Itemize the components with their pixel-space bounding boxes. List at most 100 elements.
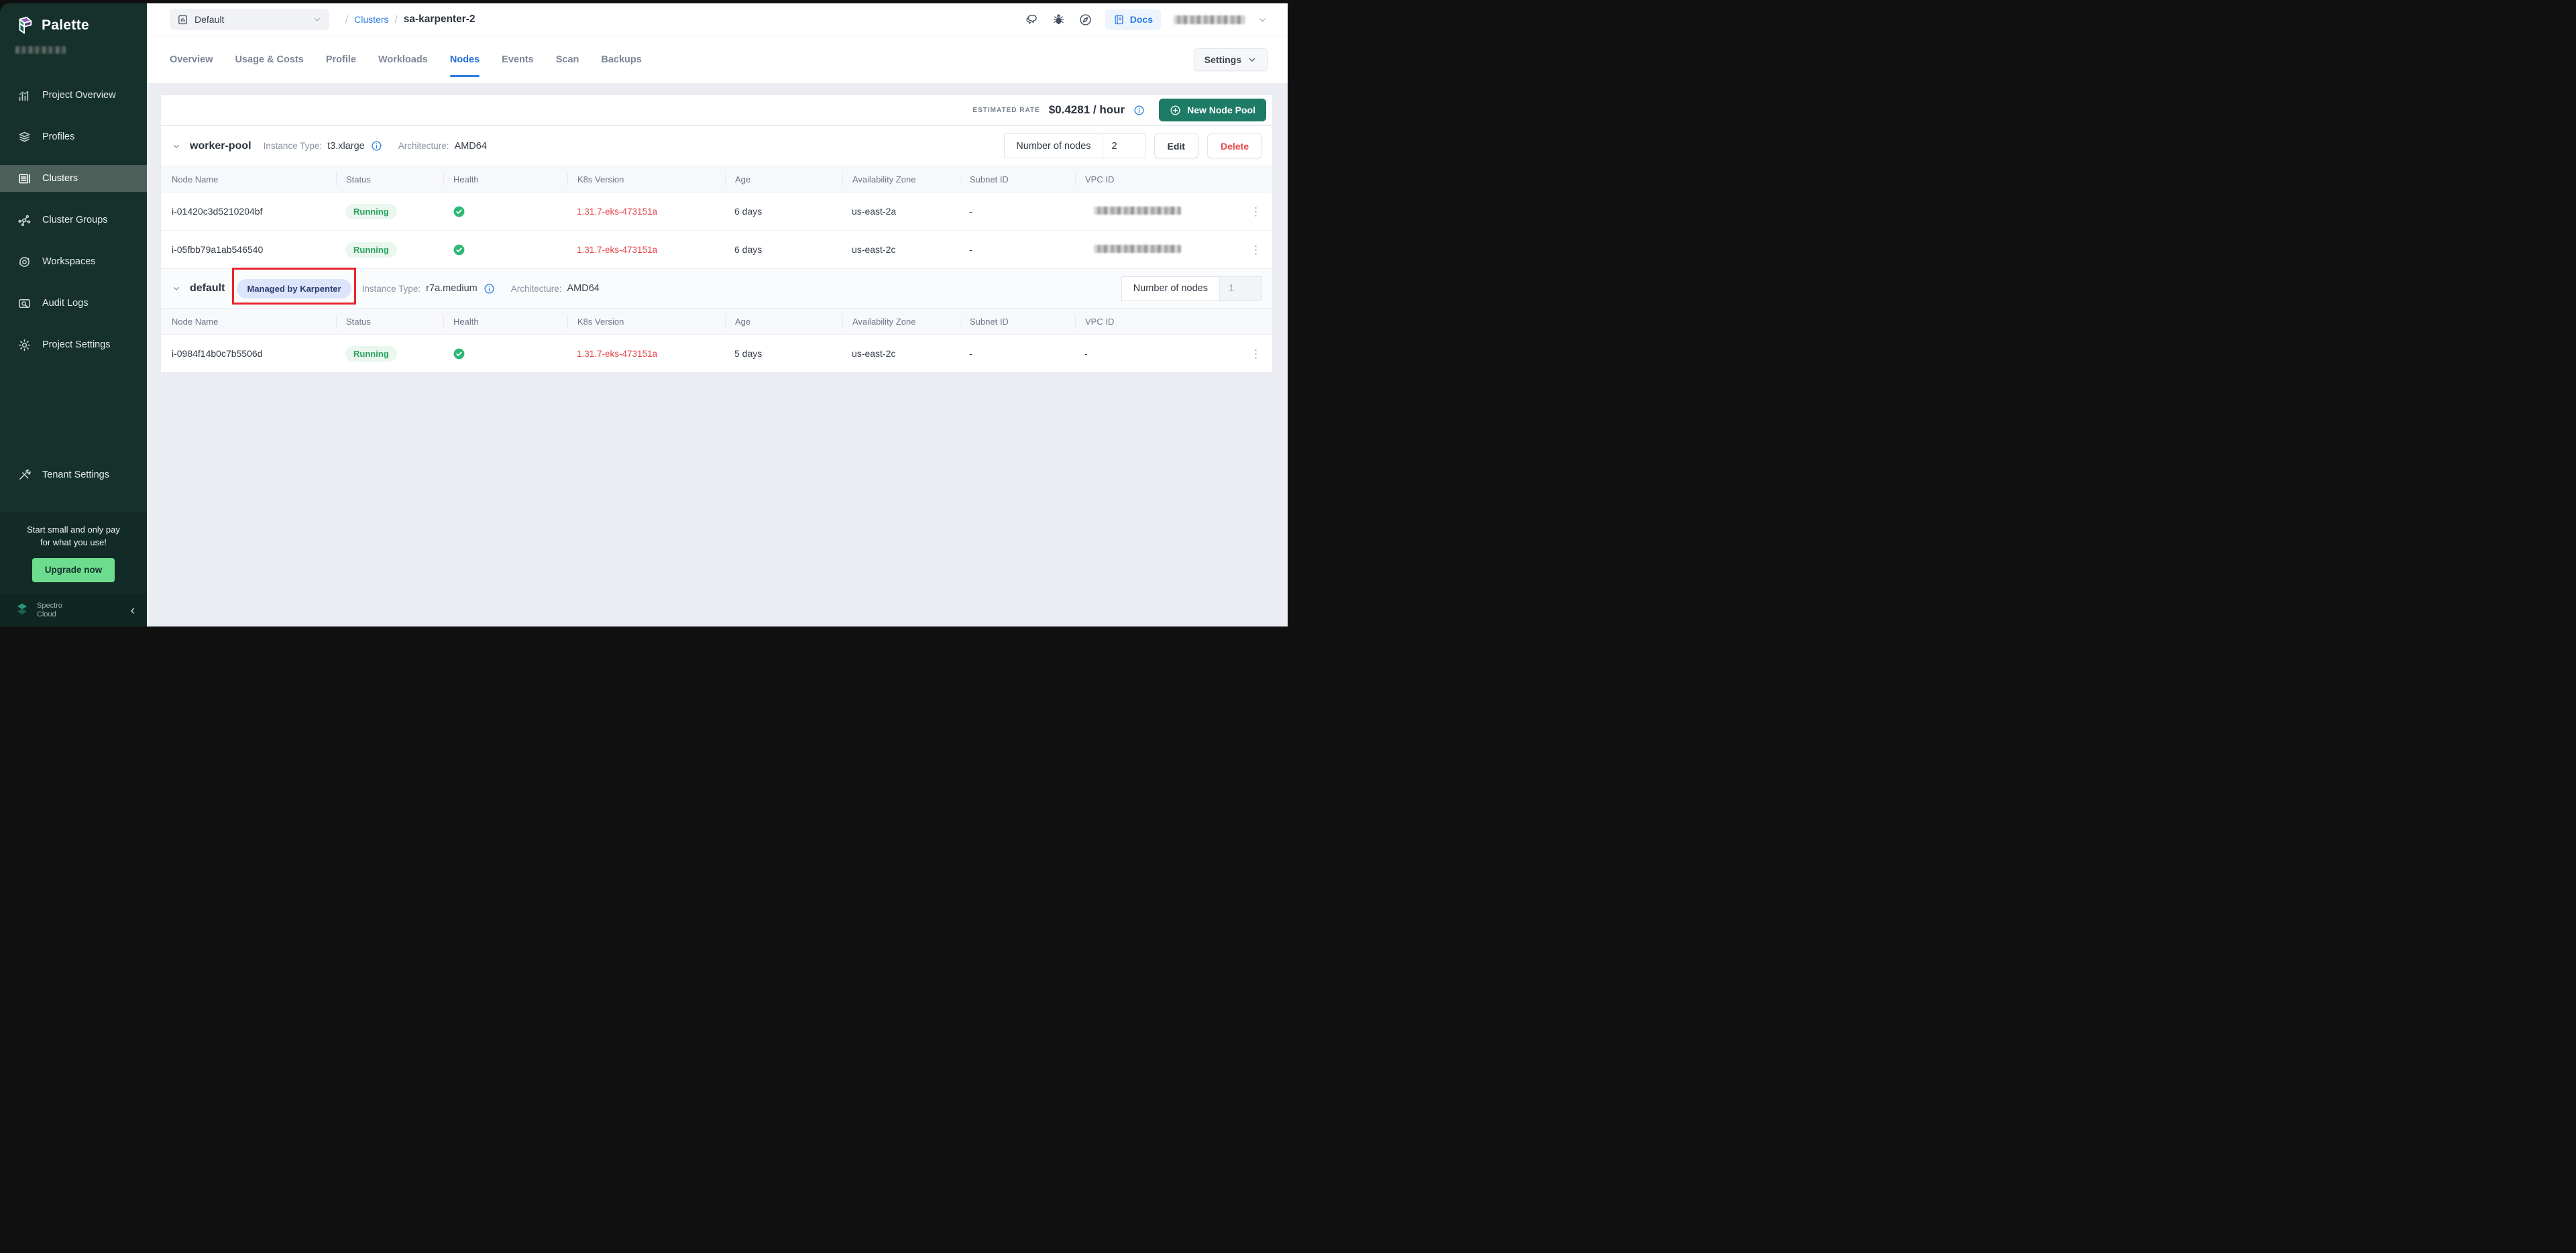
gear-icon xyxy=(17,338,32,352)
col-k8s-version: K8s Version xyxy=(567,172,725,186)
book-icon xyxy=(1113,14,1125,25)
sidebar-item-audit-logs[interactable]: Audit Logs xyxy=(0,290,147,317)
status-badge: Running xyxy=(336,242,443,258)
delete-pool-button[interactable]: Delete xyxy=(1207,133,1262,158)
promo-line1: Start small and only pay xyxy=(9,523,137,537)
number-of-nodes-control-disabled: Number of nodes 1 xyxy=(1121,276,1262,301)
chevron-down-icon[interactable] xyxy=(172,142,181,151)
sidebar-item-label: Tenant Settings xyxy=(42,470,109,480)
new-node-pool-label: New Node Pool xyxy=(1187,105,1255,115)
tab-overview[interactable]: Overview xyxy=(170,36,213,83)
project-selector-value: Default xyxy=(194,14,224,25)
col-node-name: Node Name xyxy=(172,315,336,328)
karpenter-badge-wrap: Managed by Karpenter xyxy=(237,279,351,298)
sidebar-item-cluster-groups[interactable]: Cluster Groups xyxy=(0,207,147,233)
vpc-id-redacted xyxy=(1094,245,1181,253)
chat-icon[interactable] xyxy=(1025,13,1039,27)
sidebar-item-clusters[interactable]: Clusters xyxy=(0,165,147,192)
age: 6 days xyxy=(725,206,842,217)
col-status: Status xyxy=(336,315,443,328)
info-icon[interactable] xyxy=(1133,105,1145,116)
camera-doc-icon xyxy=(17,296,32,311)
row-menu-kebab-icon[interactable]: ⋮ xyxy=(1250,348,1272,360)
pool-header-worker-pool: worker-pool Instance Type: t3.xlarge Arc… xyxy=(161,126,1272,166)
sidebar-item-tenant-settings[interactable]: Tenant Settings xyxy=(0,461,147,488)
architecture-value: AMD64 xyxy=(567,283,600,294)
sidebar-nav: Project Overview Profiles Clusters Clust… xyxy=(0,82,147,373)
number-of-nodes-control: Number of nodes 2 xyxy=(1004,133,1145,158)
sidebar-item-label: Profiles xyxy=(42,131,74,142)
spectro-cloud-logo-icon xyxy=(13,602,31,619)
k8s-version: 1.31.7-eks-473151a xyxy=(567,207,725,217)
chevron-down-icon[interactable] xyxy=(172,284,181,293)
spectro-cloud-wordmark: Spectro Cloud xyxy=(37,602,62,618)
col-vpc-id: VPC ID xyxy=(1075,172,1229,186)
sidebar-item-label: Clusters xyxy=(42,173,78,184)
col-vpc-id: VPC ID xyxy=(1075,315,1229,328)
sidebar-item-project-overview[interactable]: Project Overview xyxy=(0,82,147,109)
tab-nodes[interactable]: Nodes xyxy=(450,36,480,83)
server-icon xyxy=(17,172,32,186)
project-scope-icon xyxy=(177,14,188,25)
check-circle-icon xyxy=(453,243,465,256)
instance-type-value: r7a.medium xyxy=(426,283,478,294)
availability-zone: us-east-2a xyxy=(842,206,960,217)
tab-events[interactable]: Events xyxy=(502,36,534,83)
docs-label: Docs xyxy=(1130,14,1153,25)
node-name: i-0984f14b0c7b5506d xyxy=(172,348,336,359)
subnet-id: - xyxy=(960,244,1075,255)
node-name: i-05fbb79a1ab546540 xyxy=(172,244,336,255)
k8s-version: 1.31.7-eks-473151a xyxy=(567,349,725,359)
palette-logo-icon xyxy=(15,15,35,36)
tab-scan[interactable]: Scan xyxy=(556,36,579,83)
tab-usage-costs[interactable]: Usage & Costs xyxy=(235,36,304,83)
settings-button[interactable]: Settings xyxy=(1194,48,1268,71)
breadcrumb-separator: / xyxy=(395,14,398,25)
number-of-nodes-value[interactable]: 2 xyxy=(1103,134,1145,158)
sidebar-item-project-settings[interactable]: Project Settings xyxy=(0,331,147,358)
node-name: i-01420c3d5210204bf xyxy=(172,206,336,217)
upgrade-now-button[interactable]: Upgrade now xyxy=(32,558,115,582)
estimated-rate-label: ESTIMATED RATE xyxy=(972,107,1040,114)
plus-circle-icon xyxy=(1170,105,1181,116)
breadcrumb-clusters-link[interactable]: Clusters xyxy=(354,14,388,25)
bug-icon[interactable] xyxy=(1052,13,1066,27)
node-pools-card: worker-pool Instance Type: t3.xlarge Arc… xyxy=(161,126,1272,372)
user-menu-chevron-icon[interactable] xyxy=(1257,15,1268,25)
row-menu-kebab-icon[interactable]: ⋮ xyxy=(1250,244,1272,256)
col-k8s-version: K8s Version xyxy=(567,315,725,328)
app-window: Palette Project Overview Profiles Clus xyxy=(0,3,1288,626)
breadcrumb-separator: / xyxy=(345,14,348,25)
info-icon[interactable] xyxy=(484,283,495,294)
number-of-nodes-label: Number of nodes xyxy=(1005,134,1103,158)
vpc-id: - xyxy=(1075,348,1229,359)
edit-pool-button[interactable]: Edit xyxy=(1154,133,1198,158)
instance-type-label: Instance Type: xyxy=(362,284,421,294)
project-selector[interactable]: Default xyxy=(170,9,329,30)
sidebar-item-label: Project Settings xyxy=(42,339,111,350)
col-subnet-id: Subnet ID xyxy=(960,172,1075,186)
health-cell xyxy=(443,205,567,218)
pool-name: worker-pool xyxy=(190,140,251,152)
estimated-rate-value: $0.4281 / hour xyxy=(1049,103,1125,117)
sidebar-item-profiles[interactable]: Profiles xyxy=(0,123,147,150)
tab-profile[interactable]: Profile xyxy=(326,36,356,83)
subnet-id: - xyxy=(960,348,1075,359)
new-node-pool-button[interactable]: New Node Pool xyxy=(1159,99,1266,121)
tab-workloads[interactable]: Workloads xyxy=(378,36,428,83)
subnet-id: - xyxy=(960,206,1075,217)
sidebar-item-label: Cluster Groups xyxy=(42,215,108,225)
topbar-actions: Docs xyxy=(1025,9,1268,30)
compass-icon[interactable] xyxy=(1078,13,1093,27)
row-menu-kebab-icon[interactable]: ⋮ xyxy=(1250,206,1272,217)
sidebar-item-workspaces[interactable]: Workspaces xyxy=(0,248,147,275)
info-icon[interactable] xyxy=(371,140,382,152)
availability-zone: us-east-2c xyxy=(842,244,960,255)
col-availability-zone: Availability Zone xyxy=(842,172,960,186)
sidebar-collapse-chevron[interactable]: ‹ xyxy=(131,604,135,617)
architecture-label: Architecture: xyxy=(511,284,562,294)
tab-backups[interactable]: Backups xyxy=(601,36,641,83)
footer-brand-top: Spectro xyxy=(37,602,62,610)
docs-button[interactable]: Docs xyxy=(1105,9,1161,30)
footer-brand-bottom: Cloud xyxy=(37,610,62,619)
